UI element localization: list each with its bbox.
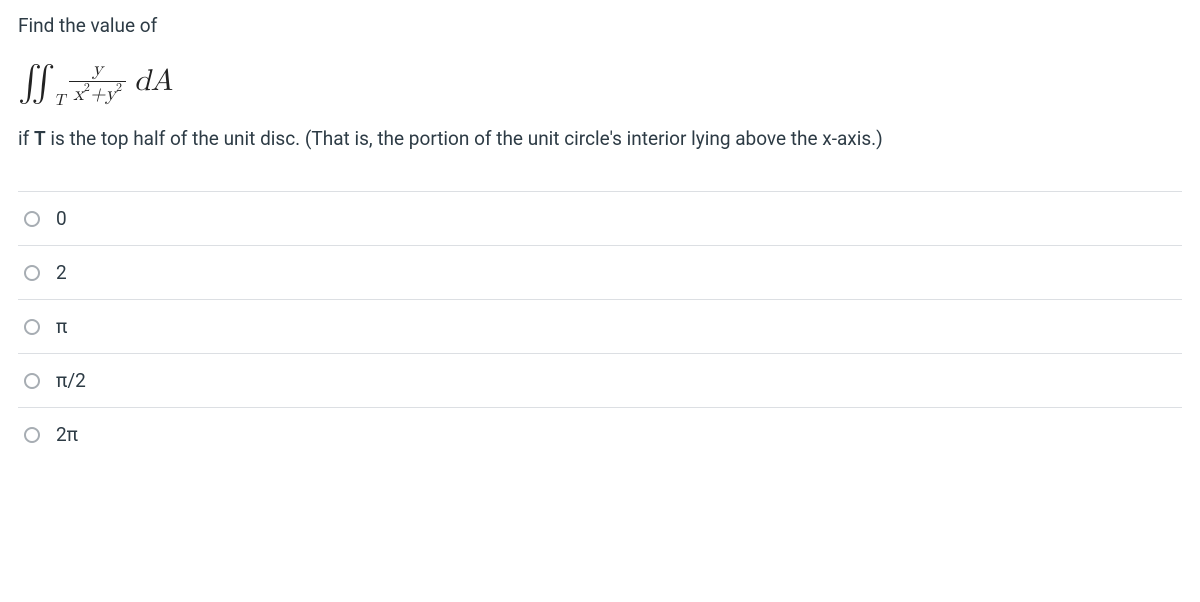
radio-icon[interactable] xyxy=(24,211,40,227)
prompt-intro: Find the value of xyxy=(18,12,1182,41)
double-integral-symbol: ∬ T xyxy=(18,55,51,109)
math-integral-expression: ∬ T y x2+y2 dA xyxy=(18,55,1182,109)
answer-label: 2π xyxy=(56,423,78,446)
radio-icon[interactable] xyxy=(24,427,40,443)
integral-subscript: T xyxy=(54,89,62,113)
integral-glyph: ∬ xyxy=(18,64,51,100)
question-prompt: Find the value of ∬ T y x2+y2 dA if T is… xyxy=(18,12,1182,153)
answer-option[interactable]: 2π xyxy=(18,407,1182,461)
denom-y: y xyxy=(105,84,116,104)
denom-plus: + xyxy=(90,84,106,104)
answer-option[interactable]: π/2 xyxy=(18,353,1182,407)
radio-icon[interactable] xyxy=(24,319,40,335)
differential-dA: dA xyxy=(134,59,173,104)
answer-list: 0 2 π π/2 2π xyxy=(18,191,1182,461)
denom-x: x xyxy=(73,84,84,104)
prompt-pre: if xyxy=(18,127,34,150)
prompt-post: is the top half of the unit disc. (That … xyxy=(46,127,883,150)
radio-icon[interactable] xyxy=(24,265,40,281)
radio-icon[interactable] xyxy=(24,373,40,389)
fraction: y x2+y2 xyxy=(69,58,126,105)
denom-x-power: 2 xyxy=(84,82,90,94)
answer-label: 0 xyxy=(56,207,67,230)
answer-label: π/2 xyxy=(56,369,86,392)
region-name: T xyxy=(34,127,46,150)
answer-label: 2 xyxy=(56,261,67,284)
answer-option[interactable]: 2 xyxy=(18,245,1182,299)
denom-y-power: 2 xyxy=(116,82,122,94)
answer-label: π xyxy=(56,315,67,338)
answer-option[interactable]: 0 xyxy=(18,191,1182,245)
prompt-condition: if T is the top half of the unit disc. (… xyxy=(18,125,1182,154)
numerator: y xyxy=(88,58,107,81)
answer-option[interactable]: π xyxy=(18,299,1182,353)
denominator: x2+y2 xyxy=(69,81,126,105)
